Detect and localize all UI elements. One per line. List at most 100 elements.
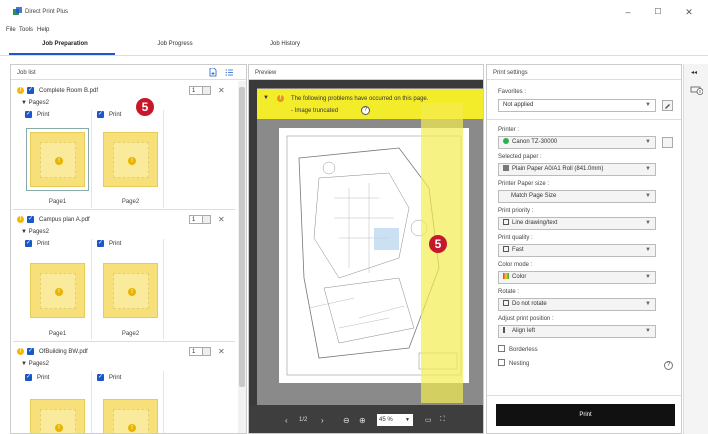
remove-job-button[interactable]: ✕ [218,347,225,356]
copies-value: 1 [192,88,196,94]
print-quality-select[interactable]: Fast ▼ [498,244,656,257]
remove-job-button[interactable]: ✕ [218,86,225,95]
page-print-checkbox[interactable]: ✓ [25,111,32,118]
warning-icon: ! [17,216,24,223]
zoom-select[interactable]: 45 % ▼ [377,414,413,426]
print-position-value: Align left [512,328,536,334]
borderless-option[interactable]: Borderless [498,345,538,353]
stepper-arrows[interactable] [202,216,210,223]
stepper-arrows[interactable] [202,87,210,94]
zoom-in-icon[interactable]: ⊕ [359,416,366,425]
page-print-checkbox[interactable]: ✓ [97,374,104,381]
job-item[interactable]: ! ✓ OfBuilding BW.pdf 1 ✕ ▼ Pages2 ✓ Pri… [13,343,235,433]
copies-stepper[interactable]: 1 [189,215,211,224]
copies-stepper[interactable]: 1 [189,86,211,95]
copies-stepper[interactable]: 1 [189,347,211,356]
minimize-button[interactable]: – [621,6,635,18]
nesting-checkbox[interactable] [498,359,505,366]
printer-select[interactable]: Canon TZ-30000 ▼ [498,136,656,149]
page-print-checkbox[interactable]: ✓ [97,240,104,247]
divider [487,119,681,120]
scrollbar-thumb[interactable] [239,87,245,387]
page-thumbnail[interactable]: ! [103,399,158,433]
favorites-value: Not applied [503,102,534,108]
page-print-checkbox[interactable]: ✓ [25,374,32,381]
page-thumbnail[interactable]: ! [103,132,158,187]
paper-size-select[interactable]: Match Page Size ▼ [498,190,656,203]
page-label: Page1 [48,331,67,337]
tab-job-history[interactable]: Job History [250,41,320,47]
list-view-icon[interactable] [225,68,234,77]
job-name: OfBuilding BW.pdf [39,349,88,355]
next-page-button[interactable]: › [321,416,324,425]
right-rail: ◂◂ [683,64,708,434]
column-divider [91,239,92,339]
print-button[interactable]: Print [496,404,675,426]
menu-file[interactable]: File [6,24,16,36]
warning-icon: ! [128,288,136,296]
fit-page-icon[interactable]: ⛶ [440,416,445,424]
printer-info-button[interactable] [662,137,673,148]
zoom-value: 45 % [379,417,393,423]
pages-toggle[interactable]: ▼ Pages2 [21,229,49,235]
zoom-out-icon[interactable]: ⊖ [343,416,350,425]
chevron-down-icon: ▼ [645,139,651,145]
chevron-down-icon: ▼ [645,193,651,199]
rotate-select[interactable]: Do not rotate ▼ [498,298,656,311]
maximize-button[interactable]: ☐ [651,6,665,18]
tab-job-preparation[interactable]: Job Preparation [30,41,100,47]
job-checkbox[interactable]: ✓ [27,348,34,355]
favorites-select[interactable]: Not applied ▼ [498,99,656,112]
job-list-scrollbar[interactable] [238,81,246,433]
page-thumbnail[interactable]: ! [103,263,158,318]
print-settings-title: Print settings [493,70,528,76]
job-item[interactable]: ! ✓ Complete Room B.pdf 1 ✕ ▼ Pages2 ✓ P… [13,82,235,210]
add-file-icon[interactable] [209,68,218,77]
remove-job-button[interactable]: ✕ [218,215,225,224]
close-window-button[interactable]: ✕ [682,6,696,18]
print-position-select[interactable]: Align left ▼ [498,325,656,338]
job-checkbox[interactable]: ✓ [27,87,34,94]
menu-tools[interactable]: Tools [19,24,33,36]
help-icon[interactable]: ? [664,361,673,370]
pages-toggle[interactable]: ▼ Pages2 [21,100,49,106]
help-icon[interactable]: ? [361,106,370,115]
borderless-label: Borderless [509,347,538,353]
nesting-option[interactable]: Nesting [498,359,529,367]
rotate-label: Rotate : [498,289,520,295]
page-thumbnail[interactable]: ! [30,399,85,433]
menu-help[interactable]: Help [37,24,49,36]
tab-job-progress[interactable]: Job Progress [140,41,210,47]
stepper-arrows[interactable] [202,348,210,355]
prev-page-button[interactable]: ‹ [285,416,288,425]
chevron-down-icon: ▼ [645,166,651,172]
borderless-checkbox[interactable] [498,345,505,352]
chevron-down-icon: ▼ [645,220,651,226]
print-priority-select[interactable]: Line drawing/text ▼ [498,217,656,230]
paper-size-value: Match Page Size [511,193,557,199]
fit-width-icon[interactable]: ▭ [425,416,432,424]
job-checkbox[interactable]: ✓ [27,216,34,223]
page-thumbnail[interactable]: ! [30,263,85,318]
page-print-checkbox[interactable]: ✓ [97,111,104,118]
align-left-icon [503,327,509,333]
page-thumbnail[interactable]: ! [26,128,89,191]
preview-panel: Preview ▼ ! The following problems have … [248,64,484,434]
job-name: Complete Room B.pdf [39,88,99,94]
collapse-arrow-icon[interactable]: ▼ [263,95,269,101]
edit-favorites-button[interactable] [662,100,673,111]
chevron-down-icon: ▼ [645,274,651,280]
color-mode-select[interactable]: Color ▼ [498,271,656,284]
printer-info-icon[interactable] [690,84,703,95]
job-item[interactable]: ! ✓ Campus plan A.pdf 1 ✕ ▼ Pages2 ✓ Pri… [13,211,235,342]
print-settings-header: Print settings [487,65,681,80]
print-priority-value: Line drawing/text [512,220,558,226]
color-mode-value: Color [512,274,527,280]
paper-select[interactable]: Plain Paper A0/A1 Roll (841.0mm) ▼ [498,163,656,176]
collapse-panel-icon[interactable]: ◂◂ [691,69,697,76]
favorites-label: Favorites : [498,89,527,95]
page-label: Page1 [48,199,67,205]
page-print-checkbox[interactable]: ✓ [25,240,32,247]
preview-header: Preview [249,65,483,80]
pages-toggle[interactable]: ▼ Pages2 [21,361,49,367]
